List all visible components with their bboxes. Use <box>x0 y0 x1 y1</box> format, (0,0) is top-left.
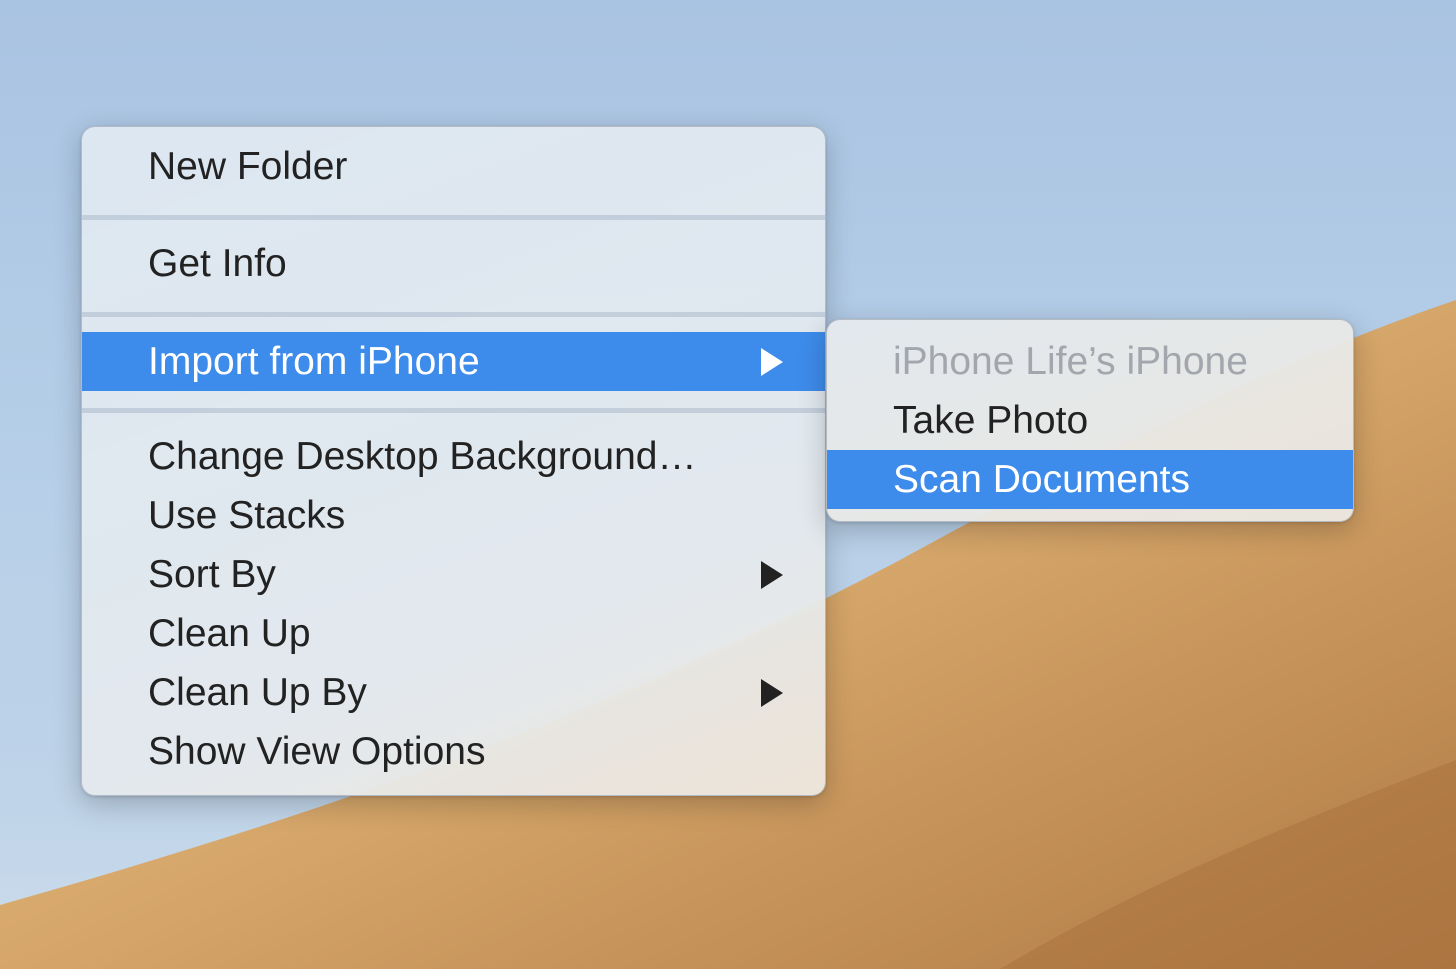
submenu-device-name: iPhone Life’s iPhone <box>827 332 1353 391</box>
menu-item-label: Change Desktop Background… <box>148 435 697 478</box>
menu-item-use-stacks[interactable]: Use Stacks <box>82 486 825 545</box>
menu-item-label: Import from iPhone <box>148 340 480 383</box>
menu-item-clean-up[interactable]: Clean Up <box>82 604 825 663</box>
menu-item-label: Take Photo <box>893 399 1089 442</box>
menu-item-label: Scan Documents <box>893 458 1190 501</box>
submenu-item-scan-documents[interactable]: Scan Documents <box>827 450 1353 509</box>
menu-item-label: New Folder <box>148 145 348 188</box>
menu-item-show-view-options[interactable]: Show View Options <box>82 722 825 781</box>
menu-separator <box>82 215 825 220</box>
menu-item-label: iPhone Life’s iPhone <box>893 340 1248 383</box>
menu-item-label: Clean Up By <box>148 671 367 714</box>
menu-item-label: Clean Up <box>148 612 311 655</box>
import-submenu: iPhone Life’s iPhone Take Photo Scan Doc… <box>826 319 1354 522</box>
menu-item-get-info[interactable]: Get Info <box>82 234 825 293</box>
menu-separator <box>82 312 825 317</box>
menu-separator <box>82 408 825 413</box>
menu-item-label: Show View Options <box>148 730 486 773</box>
menu-item-new-folder[interactable]: New Folder <box>82 137 825 196</box>
menu-item-label: Get Info <box>148 242 287 285</box>
menu-item-sort-by[interactable]: Sort By <box>82 545 825 604</box>
chevron-right-icon <box>759 663 785 722</box>
menu-item-label: Sort By <box>148 553 276 596</box>
menu-item-clean-up-by[interactable]: Clean Up By <box>82 663 825 722</box>
menu-item-label: Use Stacks <box>148 494 346 537</box>
submenu-item-take-photo[interactable]: Take Photo <box>827 391 1353 450</box>
chevron-right-icon <box>759 332 785 391</box>
chevron-right-icon <box>759 545 785 604</box>
context-menu: New Folder Get Info Import from iPhone C… <box>81 126 826 796</box>
menu-item-import-from-iphone[interactable]: Import from iPhone <box>82 332 825 391</box>
menu-item-change-desktop-background[interactable]: Change Desktop Background… <box>82 427 825 486</box>
